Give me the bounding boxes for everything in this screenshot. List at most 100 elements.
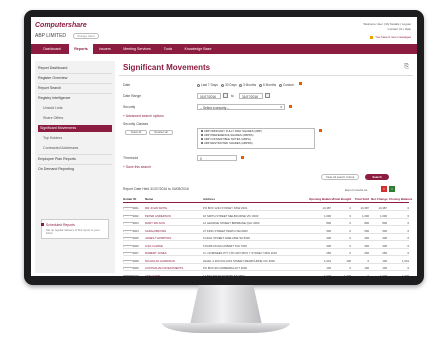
cell-name[interactable]: SARAH BROWN bbox=[145, 229, 201, 233]
date-to-field[interactable]: 31/07/2016 bbox=[239, 93, 263, 99]
sidebar-item-employee-plan-reports[interactable]: Employee Plan Reports bbox=[38, 156, 112, 163]
sidebar-item-top-holders[interactable]: Top Holders bbox=[43, 135, 112, 142]
threshold-input[interactable]: 0 bbox=[197, 155, 237, 161]
col-holder-id[interactable]: Holder ID bbox=[123, 197, 136, 201]
cell-name[interactable]: JAMES THOMPSON bbox=[145, 236, 201, 240]
change-client-button[interactable]: change client bbox=[73, 33, 99, 39]
cell-address: 5 PARK ROAD HOBART TAS 7000 bbox=[203, 243, 247, 248]
radio-custom[interactable]: Custom bbox=[279, 83, 294, 87]
col-opening-balance[interactable]: Opening Balance bbox=[309, 197, 334, 201]
clear-criteria-button[interactable]: Clear all search criteria bbox=[321, 174, 359, 180]
cell-holder-id: I********9004 bbox=[123, 228, 139, 233]
help-links[interactable]: Contact Us | Help bbox=[388, 27, 411, 31]
select-all-button[interactable]: Select all bbox=[125, 130, 147, 135]
cell-name[interactable]: ROBERT JONES bbox=[145, 251, 201, 255]
excel-export-icon[interactable]: □ bbox=[389, 186, 395, 192]
security-classes-list[interactable]: ABP ORDINARY FULLY PAID SHARES (ABP) ABP… bbox=[197, 128, 315, 149]
calendar-icon[interactable] bbox=[223, 93, 228, 98]
sidebar-item-unsold-lists[interactable]: Unsold Lists bbox=[43, 105, 112, 112]
security-select[interactable]: -- Select a security -- ▾ bbox=[197, 104, 285, 110]
sidebar-item-share-offers[interactable]: Share Offers bbox=[43, 115, 112, 122]
sidebar-item-on-demand-reporting[interactable]: On Demand Reporting bbox=[38, 166, 112, 173]
cell-name[interactable]: MR JOHN SMITH bbox=[145, 206, 201, 210]
col-closing-balance[interactable]: Closing Balance bbox=[389, 197, 412, 201]
table-row[interactable]: I********9005 JAMES THOMPSON 9 HIGH STREET… bbox=[123, 234, 409, 241]
table-row[interactable]: I********9003 MARY WILSON 12 GEORGE STREET… bbox=[123, 219, 409, 226]
clock-icon bbox=[41, 223, 44, 226]
cell-holder-id: I********9003 bbox=[123, 221, 139, 225]
cell-address: 27 KING STREET PERTH WA 6000 bbox=[203, 228, 248, 233]
table-row[interactable]: I********9004 SARAH BROWN 27 KING STREET P… bbox=[123, 227, 409, 234]
radio-circle bbox=[239, 83, 242, 87]
radio-3-months[interactable]: 3 Months bbox=[239, 83, 256, 87]
cell-holder-id: I********9006 bbox=[123, 243, 139, 248]
tab-tools[interactable]: Tools bbox=[159, 44, 177, 54]
cell-net-change: 500 bbox=[382, 228, 387, 233]
checkbox bbox=[201, 134, 203, 137]
table-row[interactable]: I********9001 MR JOHN SMITH PO BOX 1234 SY… bbox=[123, 204, 409, 211]
cell-opening-balance: 400 bbox=[326, 236, 331, 240]
cell-closing-balance: 0 bbox=[407, 266, 409, 270]
table-row[interactable]: I********9002 PETER ANDERSON 10 SMITH STRE… bbox=[123, 212, 409, 219]
calendar-icon[interactable] bbox=[265, 93, 270, 98]
sidebar-item-register-overview[interactable]: Register Overview bbox=[38, 75, 112, 82]
results-info: Report Date Held 31/07/2016 to 04/08/201… bbox=[123, 187, 189, 191]
advanced-search-link[interactable]: + Advanced search options bbox=[123, 114, 164, 118]
table-row[interactable]: I********9009 AUSTRALIAN INVESTMENTS PO BO… bbox=[123, 264, 409, 271]
radio-label: 3 Months bbox=[243, 83, 257, 87]
checkbox bbox=[201, 130, 203, 133]
radio-30-days[interactable]: 30 Days bbox=[221, 83, 237, 87]
cell-name[interactable]: LISA CLARKE bbox=[145, 244, 201, 248]
search-button[interactable]: Search bbox=[365, 174, 389, 180]
cell-opening-balance: 800 bbox=[326, 221, 331, 225]
table-row[interactable]: I********9008 NICHOLAS HARRISON LEVEL 3 20… bbox=[123, 257, 409, 264]
cell-name[interactable]: NICHOLAS HARRISON bbox=[145, 259, 201, 263]
messages-link[interactable]: You have 0 new messages bbox=[370, 35, 411, 39]
export-label: Export results as bbox=[345, 188, 368, 192]
sidebar-item-registry-intelligence[interactable]: Registry Intelligence bbox=[38, 95, 112, 102]
cell-address: 9 HIGH STREET ADELAIDE SA 5000 bbox=[203, 236, 250, 240]
cell-name[interactable]: MARY WILSON bbox=[145, 221, 201, 225]
cell-total-sold: 250 bbox=[364, 251, 369, 255]
date-from-field[interactable]: 01/07/2016 bbox=[197, 93, 221, 99]
sidebar-item-contracted-addresses[interactable]: Contracted Addresses bbox=[43, 145, 112, 152]
radio-6-months[interactable]: 6 Months bbox=[259, 83, 276, 87]
table-row[interactable]: I********9006 LISA CLARKE 5 PARK ROAD HOBA… bbox=[123, 242, 409, 249]
pdf-export-icon[interactable]: □ bbox=[381, 186, 387, 192]
logo[interactable]: Computershare bbox=[35, 22, 87, 29]
col-total-sold[interactable]: Total Sold bbox=[353, 197, 369, 201]
sidebar-item-report-search[interactable]: Report Search bbox=[38, 85, 112, 92]
cell-holder-id: I********9005 bbox=[123, 236, 139, 240]
list-item[interactable]: ABP RESTRICTED SHARES (ABPRS) bbox=[198, 141, 314, 145]
date-from-value: 01/07/2016 bbox=[200, 95, 216, 99]
scheduled-reports-promo[interactable]: Scheduled Reports Set up regular deliver… bbox=[41, 219, 109, 239]
col-address[interactable]: Address bbox=[203, 197, 215, 201]
sidebar-item-significant-movements[interactable]: Significant Movements bbox=[38, 125, 112, 132]
col-total-bought[interactable]: Total Bought bbox=[333, 197, 351, 201]
save-search-link[interactable]: + Save this search bbox=[123, 165, 151, 169]
list-item-label: ABP RESTRICTED SHARES (ABPRS) bbox=[204, 141, 253, 145]
tab-meeting-services[interactable]: Meeting Services bbox=[117, 44, 157, 54]
cell-name[interactable]: ANN LEWIS bbox=[145, 274, 201, 277]
tab-knowledge-base[interactable]: Knowledge Base bbox=[179, 44, 217, 54]
cell-closing-balance: 1,001 bbox=[402, 258, 409, 263]
deselect-all-button[interactable]: Deselect all bbox=[149, 130, 173, 135]
col-name[interactable]: Name bbox=[145, 197, 153, 201]
user-links[interactable]: Welcome User | My Details | Logout bbox=[363, 22, 411, 26]
radio-last-7-days[interactable]: Last 7 Days bbox=[197, 83, 218, 87]
tab-reports[interactable]: Reports bbox=[69, 44, 93, 54]
cell-name[interactable]: AUSTRALIAN INVESTMENTS bbox=[145, 266, 201, 270]
checkbox bbox=[201, 142, 203, 145]
col-net-change[interactable]: Net Change bbox=[371, 197, 388, 201]
tab-dashboard[interactable]: Dashboard bbox=[37, 44, 67, 54]
sidebar: Report Dashboard Register Overview Repor… bbox=[35, 61, 115, 273]
cell-address: 14 BAY ROAD DARWIN NT 0800 bbox=[203, 273, 245, 277]
table-row[interactable]: I********9007 ROBERT JONES C/- NOMINEES PT… bbox=[123, 249, 409, 256]
promo-title: Scheduled Reports bbox=[46, 223, 75, 227]
promo-text: Set up regular delivery of this report t… bbox=[46, 228, 100, 236]
table-row[interactable]: I********9010 ANN LEWIS 14 BAY ROAD DARWIN… bbox=[123, 272, 409, 277]
sidebar-item-report-dashboard[interactable]: Report Dashboard bbox=[38, 65, 112, 72]
print-icon[interactable]: ⎘ bbox=[404, 64, 409, 71]
tab-issuers[interactable]: Issuers bbox=[95, 44, 115, 54]
cell-name[interactable]: PETER ANDERSON bbox=[145, 214, 201, 218]
